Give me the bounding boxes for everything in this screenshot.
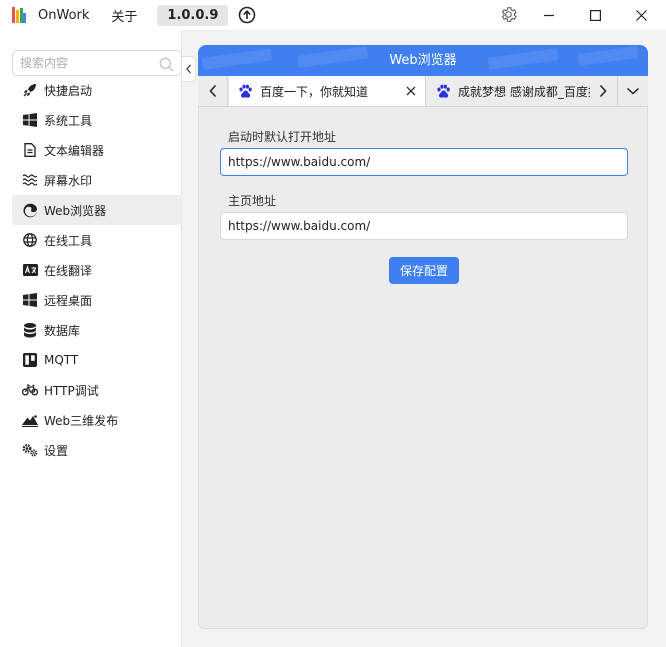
board-icon (22, 352, 38, 368)
search-input[interactable] (20, 56, 160, 70)
sidebar-item-label: MQTT (44, 353, 79, 367)
chevron-right-icon (599, 84, 607, 98)
edge-browser-icon (22, 202, 38, 218)
sidebar-item-online-translate[interactable]: 在线翻译 (12, 255, 182, 285)
nav-list: 快捷启动 系统工具 文本编辑器 屏幕水印 Web浏览器 在线工具 在线翻译 远程… (12, 75, 182, 465)
sidebar-item-text-editor[interactable]: 文本编辑器 (12, 135, 182, 165)
upgrade-icon[interactable] (238, 6, 256, 24)
windows-icon (22, 112, 38, 128)
app-logo-icon (12, 7, 26, 23)
sidebar-item-label: HTTP调试 (44, 383, 99, 398)
sidebar-item-label: 在线工具 (44, 233, 93, 248)
home-url-input[interactable] (220, 212, 628, 240)
mountain-icon (22, 412, 38, 428)
windows-icon (22, 292, 38, 308)
sidebar-item-online-tools[interactable]: 在线工具 (12, 225, 182, 255)
settings-gear-icon[interactable] (499, 5, 518, 24)
app-title: OnWork (38, 7, 90, 23)
tab-close-icon[interactable] (405, 85, 417, 97)
tab-title: 成就梦想 感谢成都_百度搜 (458, 85, 590, 99)
sidebar-item-label: 远程桌面 (44, 293, 93, 308)
sidebar-item-http-debug[interactable]: HTTP调试 (12, 375, 182, 405)
chevron-down-icon (626, 87, 640, 95)
sidebar-item-system-tools[interactable]: 系统工具 (12, 105, 182, 135)
sidebar-item-quick-launch[interactable]: 快捷启动 (12, 75, 182, 105)
home-url-label: 主页地址 (228, 194, 277, 208)
chevron-left-icon (185, 64, 191, 74)
sidebar-item-mqtt[interactable]: MQTT (12, 345, 182, 375)
search-icon[interactable] (159, 56, 174, 72)
browser-settings-panel: 启动时默认打开地址 主页地址 保存配置 (198, 107, 648, 629)
rocket-icon (22, 82, 38, 98)
sidebar: 快捷启动 系统工具 文本编辑器 (0, 30, 182, 647)
sidebar-item-settings[interactable]: 设置 (12, 435, 182, 465)
gears-icon (22, 442, 38, 458)
sidebar-collapse-button[interactable] (182, 56, 196, 82)
globe-icon (22, 232, 38, 248)
chevron-left-icon (208, 84, 216, 98)
sidebar-item-label: Web三维发布 (44, 413, 119, 428)
save-config-button[interactable]: 保存配置 (389, 257, 459, 284)
tab-scroll-left-button[interactable] (198, 76, 228, 106)
sidebar-item-label: 系统工具 (44, 113, 93, 128)
baidu-paw-icon (238, 84, 253, 99)
translate-icon (22, 262, 38, 278)
database-icon (22, 322, 38, 338)
startup-url-label: 启动时默认打开地址 (228, 130, 337, 144)
close-button[interactable] (618, 0, 664, 30)
tab-scroll-right-button[interactable] (590, 76, 616, 106)
sidebar-item-label: 设置 (44, 443, 69, 458)
sidebar-item-label: Web浏览器 (44, 203, 107, 218)
maximize-button[interactable] (572, 0, 618, 30)
sidebar-item-web-3d-publish[interactable]: Web三维发布 (12, 405, 182, 435)
sidebar-item-label: 数据库 (44, 323, 81, 338)
sidebar-item-remote-desktop[interactable]: 远程桌面 (12, 285, 182, 315)
version-badge[interactable]: 1.0.0.9 (157, 4, 229, 26)
sidebar-item-web-browser[interactable]: Web浏览器 (12, 195, 182, 225)
startup-url-input[interactable] (220, 148, 628, 176)
sidebar-item-label: 屏幕水印 (44, 173, 93, 188)
sidebar-item-label: 快捷启动 (44, 83, 93, 98)
sidebar-item-label: 文本编辑器 (44, 143, 105, 158)
tab-list-dropdown-button[interactable] (617, 76, 648, 106)
minimize-button[interactable] (526, 0, 572, 30)
sidebar-item-database[interactable]: 数据库 (12, 315, 182, 345)
about-menu[interactable]: 关于 (111, 6, 137, 25)
document-icon (22, 142, 38, 158)
sidebar-item-label: 在线翻译 (44, 263, 93, 278)
main-header: Web浏览器 (198, 45, 648, 76)
baidu-paw-icon (436, 84, 451, 99)
browser-tab-1[interactable]: 百度一下，你就知道 (229, 76, 426, 106)
tab-title: 百度一下，你就知道 (260, 85, 369, 99)
bike-icon (22, 382, 38, 398)
waves-icon (22, 172, 38, 188)
panel-title: Web浏览器 (389, 53, 457, 68)
sidebar-item-screen-watermark[interactable]: 屏幕水印 (12, 165, 182, 195)
search-box[interactable] (12, 50, 182, 76)
browser-tab-2[interactable]: 成就梦想 感谢成都_百度搜 (427, 76, 590, 106)
browser-tab-bar: 百度一下，你就知道 成就梦想 感谢成都_百度搜 (198, 76, 648, 107)
